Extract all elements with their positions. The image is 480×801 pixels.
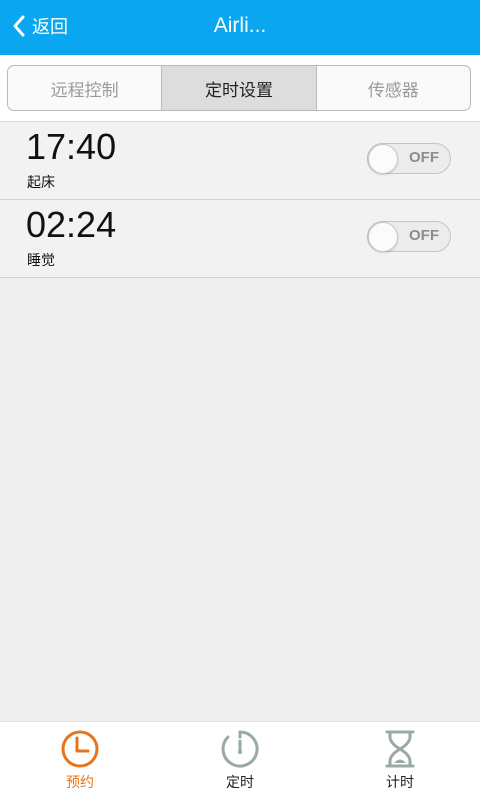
timer-toggle[interactable]: OFF	[367, 143, 451, 174]
timer-row[interactable]: 17:40 起床 OFF	[0, 122, 480, 200]
timer-time: 02:24	[26, 204, 117, 245]
nav-item-timer[interactable]: 定时	[160, 722, 320, 801]
nav-label: 预约	[66, 775, 94, 791]
segmented-tabs: 远程控制 定时设置 传感器	[7, 65, 471, 111]
app-header: 返回 Airli...	[0, 0, 480, 55]
timer-label: 睡觉	[27, 253, 55, 269]
timer-label: 起床	[27, 175, 55, 191]
timer-list: 17:40 起床 OFF 02:24 睡觉 OFF	[0, 122, 480, 278]
toggle-state: OFF	[409, 227, 439, 244]
bottom-navigation: 预约 定时 计时	[0, 721, 480, 801]
timer-time: 17:40	[26, 126, 117, 167]
toggle-state: OFF	[409, 149, 439, 166]
tab-remote-control[interactable]: 远程控制	[8, 66, 161, 110]
timer-icon	[221, 730, 259, 768]
timer-toggle[interactable]: OFF	[367, 221, 451, 252]
clock-icon	[61, 730, 99, 768]
toggle-knob	[368, 222, 398, 252]
tab-bar: 远程控制 定时设置 传感器	[0, 55, 480, 122]
tab-sensors[interactable]: 传感器	[315, 66, 470, 110]
hourglass-icon	[385, 730, 415, 768]
toggle-knob	[368, 144, 398, 174]
timer-row[interactable]: 02:24 睡觉 OFF	[0, 200, 480, 278]
nav-label: 计时	[386, 775, 414, 791]
nav-label: 定时	[226, 775, 254, 791]
nav-item-countdown[interactable]: 计时	[320, 722, 480, 801]
tab-timer-settings[interactable]: 定时设置	[161, 66, 316, 110]
nav-item-appointment[interactable]: 预约	[0, 722, 160, 801]
page-title: Airli...	[213, 14, 267, 37]
